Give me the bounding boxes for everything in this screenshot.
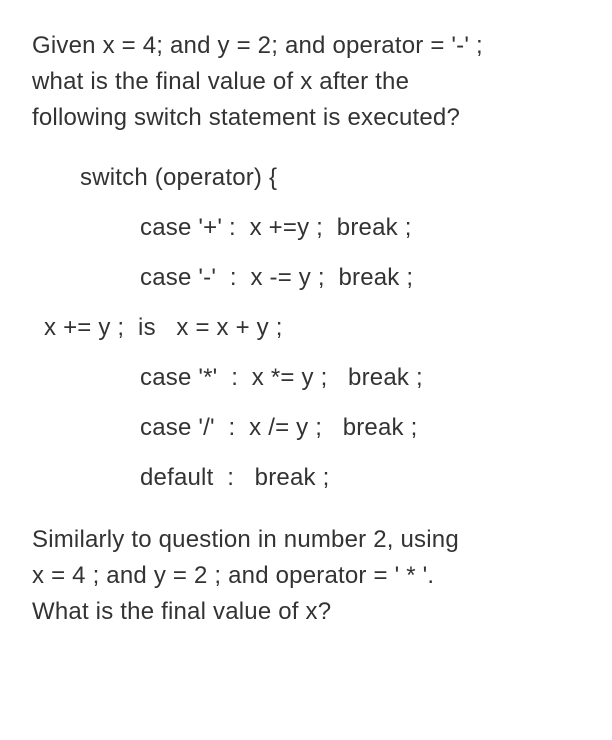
question-line-2: what is the final value of x after the [32, 64, 580, 100]
code-case-minus: case '-' : x -= y ; break ; [32, 260, 580, 296]
question-intro: Given x = 4; and y = 2; and operator = '… [32, 28, 580, 136]
followup-line-3: What is the final value of x? [32, 594, 580, 630]
followup-line-2: x = 4 ; and y = 2 ; and operator = ' * '… [32, 558, 580, 594]
question-line-3: following switch statement is executed? [32, 100, 580, 136]
code-switch-open: switch (operator) { [32, 160, 580, 196]
code-default: default : break ; [32, 460, 580, 496]
code-note: x += y ; is x = x + y ; [32, 310, 580, 346]
code-case-plus: case '+' : x +=y ; break ; [32, 210, 580, 246]
followup-question: Similarly to question in number 2, using… [32, 522, 580, 630]
question-line-1: Given x = 4; and y = 2; and operator = '… [32, 28, 580, 64]
followup-line-1: Similarly to question in number 2, using [32, 522, 580, 558]
code-case-star: case '*' : x *= y ; break ; [32, 360, 580, 396]
code-block: switch (operator) { case '+' : x +=y ; b… [32, 160, 580, 496]
code-case-slash: case '/' : x /= y ; break ; [32, 410, 580, 446]
